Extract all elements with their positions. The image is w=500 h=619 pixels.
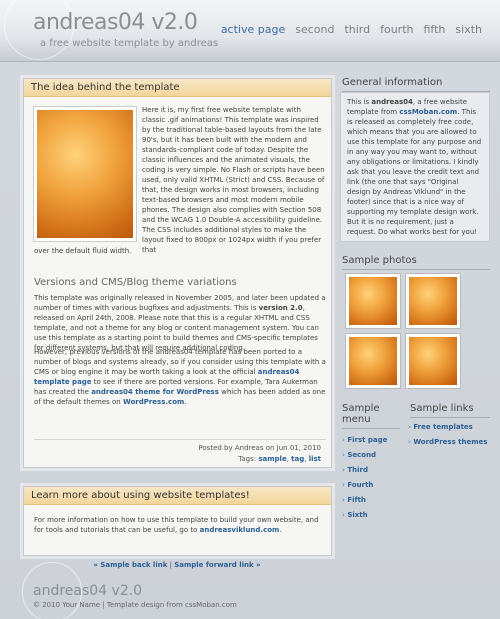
footer-title: andreas04 v2.0: [33, 583, 143, 599]
text: .: [184, 398, 187, 406]
sidebar-heading-links: Sample links: [410, 403, 490, 418]
nav-third[interactable]: third: [344, 23, 370, 36]
sample-menu: First page Second Third Fourth Fifth Six…: [342, 436, 387, 526]
sample-photo[interactable]: [346, 334, 400, 388]
info-box: This is andreas04, a free website templa…: [340, 92, 490, 242]
menu-item: Second: [342, 451, 387, 459]
site-header: andreas04 v2.0 a free website template b…: [0, 0, 500, 62]
menu-link-third[interactable]: Third: [347, 466, 368, 474]
nav-fourth[interactable]: fourth: [380, 23, 413, 36]
version-text: version 2.0: [258, 304, 303, 312]
forward-link[interactable]: Sample forward link »: [174, 561, 260, 569]
sample-photo[interactable]: [346, 274, 400, 328]
wordpress-com-link[interactable]: WordPress.com: [123, 398, 184, 406]
menu-link-fourth[interactable]: Fourth: [347, 481, 373, 489]
sidebar-heading-photos: Sample photos: [342, 255, 490, 270]
main-nav: active page second third fourth fifth si…: [221, 23, 482, 36]
sample-photo[interactable]: [406, 274, 460, 328]
intro-paragraph: Here it is, my first free website templa…: [142, 106, 325, 254]
menu-item: Third: [342, 466, 387, 474]
site-subtitle: a free website template by andreas: [40, 38, 219, 49]
wordpress-themes-link[interactable]: WordPress themes: [413, 438, 487, 446]
divider: [34, 439, 326, 440]
learn-more-paragraph: For more information on how to use this …: [34, 515, 326, 535]
menu-link-second[interactable]: Second: [347, 451, 376, 459]
cssmoban-link[interactable]: cssMoban.com: [399, 108, 457, 116]
site-title[interactable]: andreas04 v2.0: [33, 10, 198, 35]
nav-active-page[interactable]: active page: [221, 23, 285, 36]
sample-photo[interactable]: [406, 334, 460, 388]
text: . This is released as completely free co…: [347, 108, 482, 236]
menu-item: Fifth: [342, 496, 387, 504]
photo-grid: [346, 274, 486, 394]
tags-label: Tags:: [238, 455, 259, 463]
sample-image: [34, 107, 136, 241]
content-box-learn-more: Learn more about using website templates…: [23, 486, 332, 556]
intro-paragraph-tail: over the default fluid width.: [34, 247, 132, 255]
sample-links: Free templates WordPress themes: [408, 423, 488, 453]
tag-link[interactable]: sample: [258, 455, 286, 463]
menu-item: Fourth: [342, 481, 387, 489]
menu-link-sixth[interactable]: Sixth: [347, 511, 367, 519]
wordpress-theme-link[interactable]: andreas04 theme for WordPress: [91, 388, 219, 396]
sidebar-heading-info: General information: [342, 77, 490, 92]
versions-paragraph: This template was originally released in…: [34, 293, 326, 353]
ports-paragraph: However, previous versions of the andrea…: [34, 347, 326, 407]
box-heading: The idea behind the template: [24, 79, 331, 97]
content-box-idea: The idea behind the template Here it is,…: [23, 78, 332, 468]
andreasviklund-link[interactable]: andreasviklund.com: [200, 526, 280, 534]
menu-item: First page: [342, 436, 387, 444]
tag-link[interactable]: tag: [291, 455, 304, 463]
template-name: andreas04: [371, 98, 413, 106]
footer-copyright: © 2010 Your Name | Template design from …: [33, 601, 237, 609]
back-link[interactable]: « Sample back link: [93, 561, 167, 569]
tag-link[interactable]: list: [309, 455, 321, 463]
text: .: [279, 526, 282, 534]
text: This is: [347, 98, 372, 106]
menu-link-first-page[interactable]: First page: [347, 436, 387, 444]
menu-item: Sixth: [342, 511, 387, 519]
nav-sixth[interactable]: sixth: [455, 23, 482, 36]
link-item: WordPress themes: [408, 438, 488, 446]
nav-second[interactable]: second: [295, 23, 334, 36]
menu-link-fifth[interactable]: Fifth: [347, 496, 366, 504]
section-heading-versions: Versions and CMS/Blog theme variations: [34, 277, 237, 288]
box-heading: Learn more about using website templates…: [24, 487, 331, 505]
free-templates-link[interactable]: Free templates: [413, 423, 473, 431]
nav-fifth[interactable]: fifth: [424, 23, 446, 36]
post-meta: Posted by Andreas on Jun 01, 2010: [198, 444, 321, 452]
main-area: The idea behind the template Here it is,…: [0, 62, 500, 619]
sidebar-heading-menu: Sample menu: [342, 403, 400, 429]
link-item: Free templates: [408, 423, 488, 431]
post-tags: Tags: sample, tag, list: [238, 455, 321, 463]
